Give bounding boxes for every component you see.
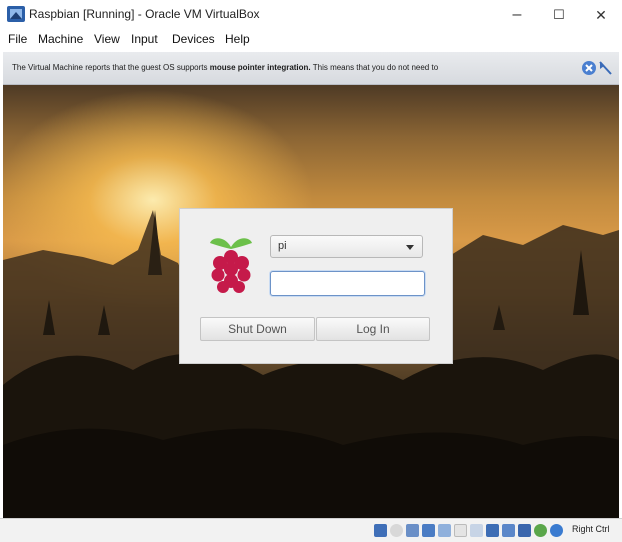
shared-folders-icon[interactable] xyxy=(454,524,467,537)
hard-disk-icon[interactable] xyxy=(374,524,387,537)
maximize-icon: ☐ xyxy=(553,7,565,22)
vm-status-bar: Right Ctrl xyxy=(0,518,622,542)
window-titlebar[interactable]: Raspbian [Running] - Oracle VM VirtualBo… xyxy=(0,0,622,30)
network-icon[interactable] xyxy=(422,524,435,537)
optical-drive-icon[interactable] xyxy=(390,524,403,537)
cpu-icon[interactable] xyxy=(518,524,531,537)
audio-icon[interactable] xyxy=(406,524,419,537)
login-button[interactable]: Log In xyxy=(316,317,430,341)
minimize-icon: – xyxy=(512,6,522,23)
shutdown-button[interactable]: Shut Down xyxy=(200,317,315,341)
user-select-value: pi xyxy=(278,240,287,252)
video-capture-icon[interactable] xyxy=(486,524,499,537)
close-icon: ✕ xyxy=(595,6,607,23)
display-icon[interactable] xyxy=(470,524,483,537)
close-button[interactable]: ✕ xyxy=(580,0,622,30)
menu-view[interactable]: View xyxy=(94,32,120,46)
mouse-integration-notice: The Virtual Machine reports that the gue… xyxy=(3,52,619,85)
chevron-down-icon xyxy=(406,245,414,250)
menu-file[interactable]: File xyxy=(8,32,27,46)
window-title: Raspbian [Running] - Oracle VM VirtualBo… xyxy=(29,7,260,21)
menu-input[interactable]: Input xyxy=(131,32,158,46)
virtualbox-app-icon xyxy=(7,6,25,22)
notice-text: The Virtual Machine reports that the gue… xyxy=(12,63,439,72)
host-key-label: Right Ctrl xyxy=(572,524,610,534)
login-dialog: pi Shut Down Log In xyxy=(179,208,453,364)
maximize-button[interactable]: ☐ xyxy=(538,0,580,30)
raspberry-pi-logo-icon xyxy=(210,238,252,293)
usb-icon[interactable] xyxy=(438,524,451,537)
host-key-arrow-icon xyxy=(550,524,563,537)
menu-machine[interactable]: Machine xyxy=(38,32,83,46)
minimize-button[interactable]: – xyxy=(496,0,538,30)
menu-devices[interactable]: Devices xyxy=(172,32,215,46)
password-input[interactable] xyxy=(270,271,425,296)
notice-close-icons[interactable] xyxy=(581,59,615,77)
menu-help[interactable]: Help xyxy=(225,32,250,46)
keyboard-capture-icon[interactable] xyxy=(502,524,515,537)
mouse-integration-icon[interactable] xyxy=(534,524,547,537)
user-select[interactable]: pi xyxy=(270,235,423,258)
menu-bar: File Machine View Input Devices Help xyxy=(0,30,622,50)
